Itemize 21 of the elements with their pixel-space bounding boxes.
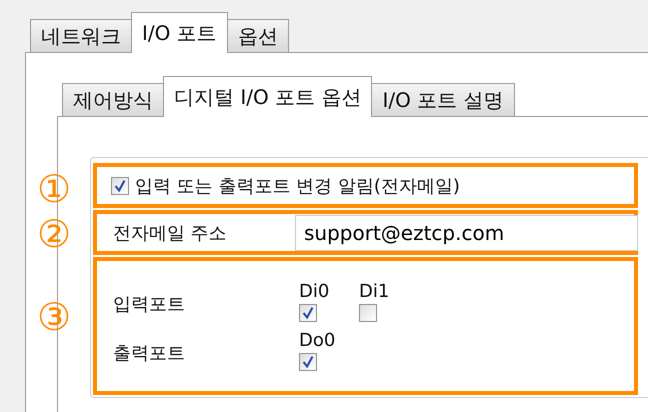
port-label: 입력포트 <box>113 293 186 317</box>
callout-number: ② <box>37 215 72 253</box>
callout-number: ③ <box>37 298 72 336</box>
checkbox[interactable] <box>111 176 129 194</box>
checkbox[interactable] <box>299 304 317 322</box>
tab[interactable]: 디지털 I/O 포트 옵션 <box>163 76 372 117</box>
field-label: 전자메일 주소 <box>113 222 228 244</box>
tab[interactable]: 옵션 <box>226 19 289 52</box>
checkbox[interactable] <box>359 304 377 322</box>
port-label: 출력포트 <box>113 342 186 366</box>
email-field[interactable]: support@eztcp.com <box>295 214 638 250</box>
checkbox-label: 입력 또는 출력포트 변경 알림(전자메일) <box>135 174 460 198</box>
tab[interactable]: I/O 포트 <box>131 12 228 53</box>
tab[interactable]: 네트워크 <box>30 19 132 52</box>
checkbox[interactable] <box>299 353 317 371</box>
tab[interactable]: 제어방식 <box>62 83 164 116</box>
port-name: Di1 <box>359 281 390 302</box>
callout-number: ① <box>37 170 72 208</box>
port-name: Di0 <box>299 281 330 302</box>
port-name: Do0 <box>299 330 336 351</box>
tab[interactable]: I/O 포트 설명 <box>371 83 515 116</box>
